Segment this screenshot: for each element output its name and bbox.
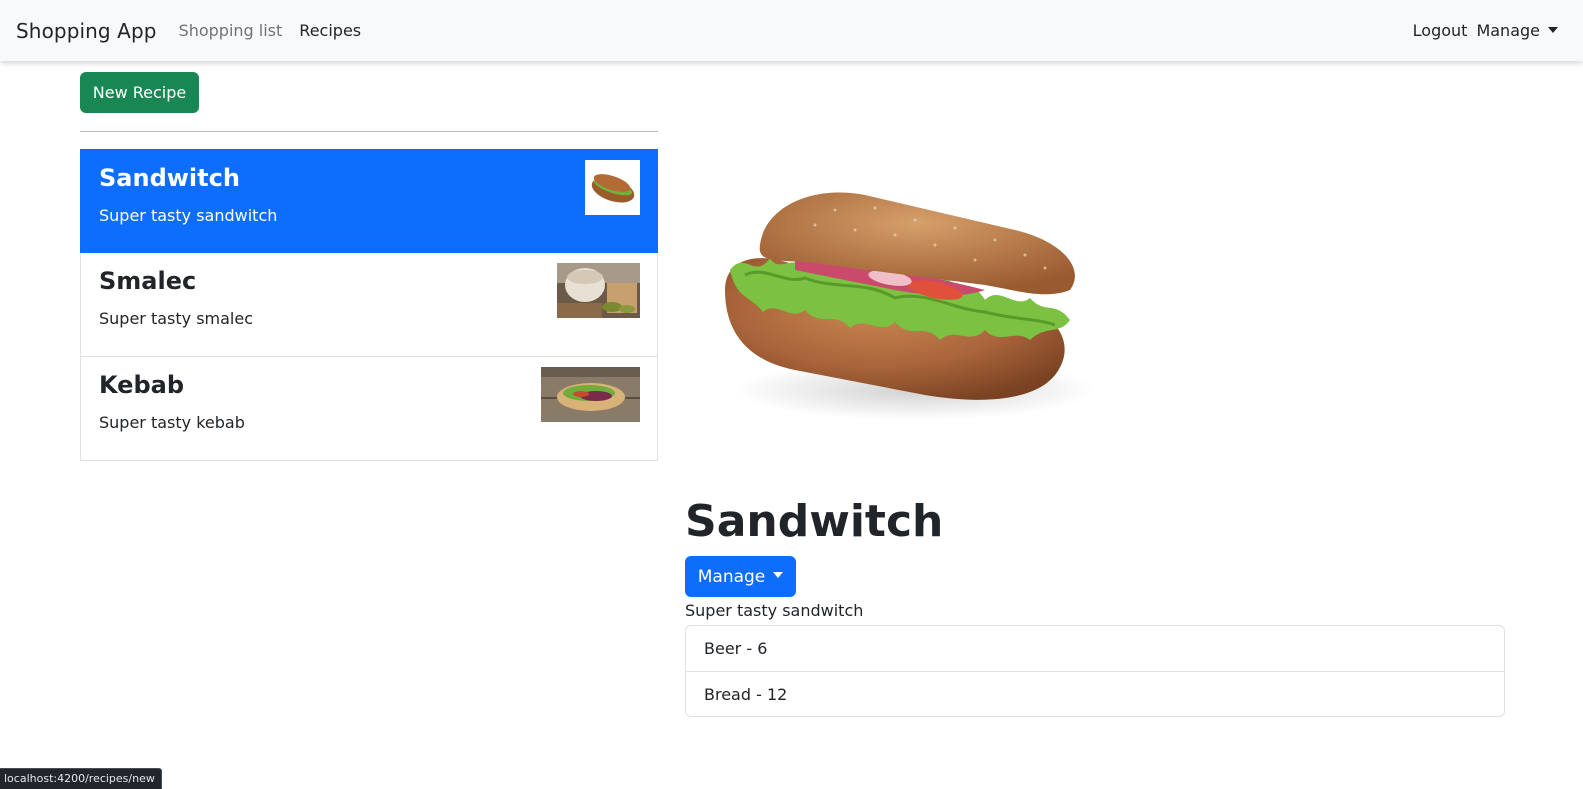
navbar-right: Logout Manage — [1413, 21, 1567, 40]
nav-recipes-link[interactable]: Recipes — [299, 21, 361, 40]
recipe-detail-description: Super tasty sandwitch — [685, 601, 864, 620]
recipe-manage-label: Manage — [697, 566, 766, 587]
recipe-name: Sandwitch — [99, 164, 240, 192]
status-bar-url: localhost:4200/recipes/new — [0, 768, 162, 789]
recipe-description: Super tasty kebab — [99, 413, 245, 432]
recipe-name: Smalec — [99, 267, 197, 295]
recipe-description: Super tasty smalec — [99, 309, 254, 328]
new-recipe-button[interactable]: New Recipe — [80, 72, 199, 113]
recipe-detail-title: Sandwitch — [685, 496, 944, 547]
divider — [80, 131, 658, 132]
recipe-thumbnail-kebab — [541, 367, 640, 422]
caret-down-icon — [773, 571, 784, 578]
manage-dropdown-toggle[interactable]: Manage — [1476, 21, 1558, 40]
recipe-list: Sandwitch Super tasty sandwitch Smalec S… — [80, 149, 658, 461]
navbar: Shopping App Shopping list Recipes Logou… — [0, 0, 1583, 61]
ingredient-list: Beer - 6 Bread - 12 — [685, 625, 1505, 717]
recipe-detail-image — [685, 150, 1105, 460]
recipe-thumbnail-smalec — [557, 263, 640, 318]
recipe-manage-dropdown-button[interactable]: Manage — [685, 556, 796, 597]
ingredient-item: Bread - 12 — [686, 671, 1504, 716]
manage-dropdown-label: Manage — [1476, 21, 1540, 40]
recipe-description: Super tasty sandwitch — [99, 206, 278, 225]
nav-shopping-list-link[interactable]: Shopping list — [179, 21, 283, 40]
recipe-item-sandwitch[interactable]: Sandwitch Super tasty sandwitch — [80, 149, 658, 253]
recipe-name: Kebab — [99, 371, 185, 399]
ingredient-item: Beer - 6 — [704, 639, 768, 658]
logout-link[interactable]: Logout — [1413, 21, 1468, 40]
recipe-item-smalec[interactable]: Smalec Super tasty smalec — [80, 253, 658, 357]
recipe-item-kebab[interactable]: Kebab Super tasty kebab — [80, 357, 658, 461]
brand-link[interactable]: Shopping App — [16, 19, 157, 43]
caret-down-icon — [1548, 26, 1558, 33]
recipe-thumbnail-sandwich — [585, 160, 640, 215]
